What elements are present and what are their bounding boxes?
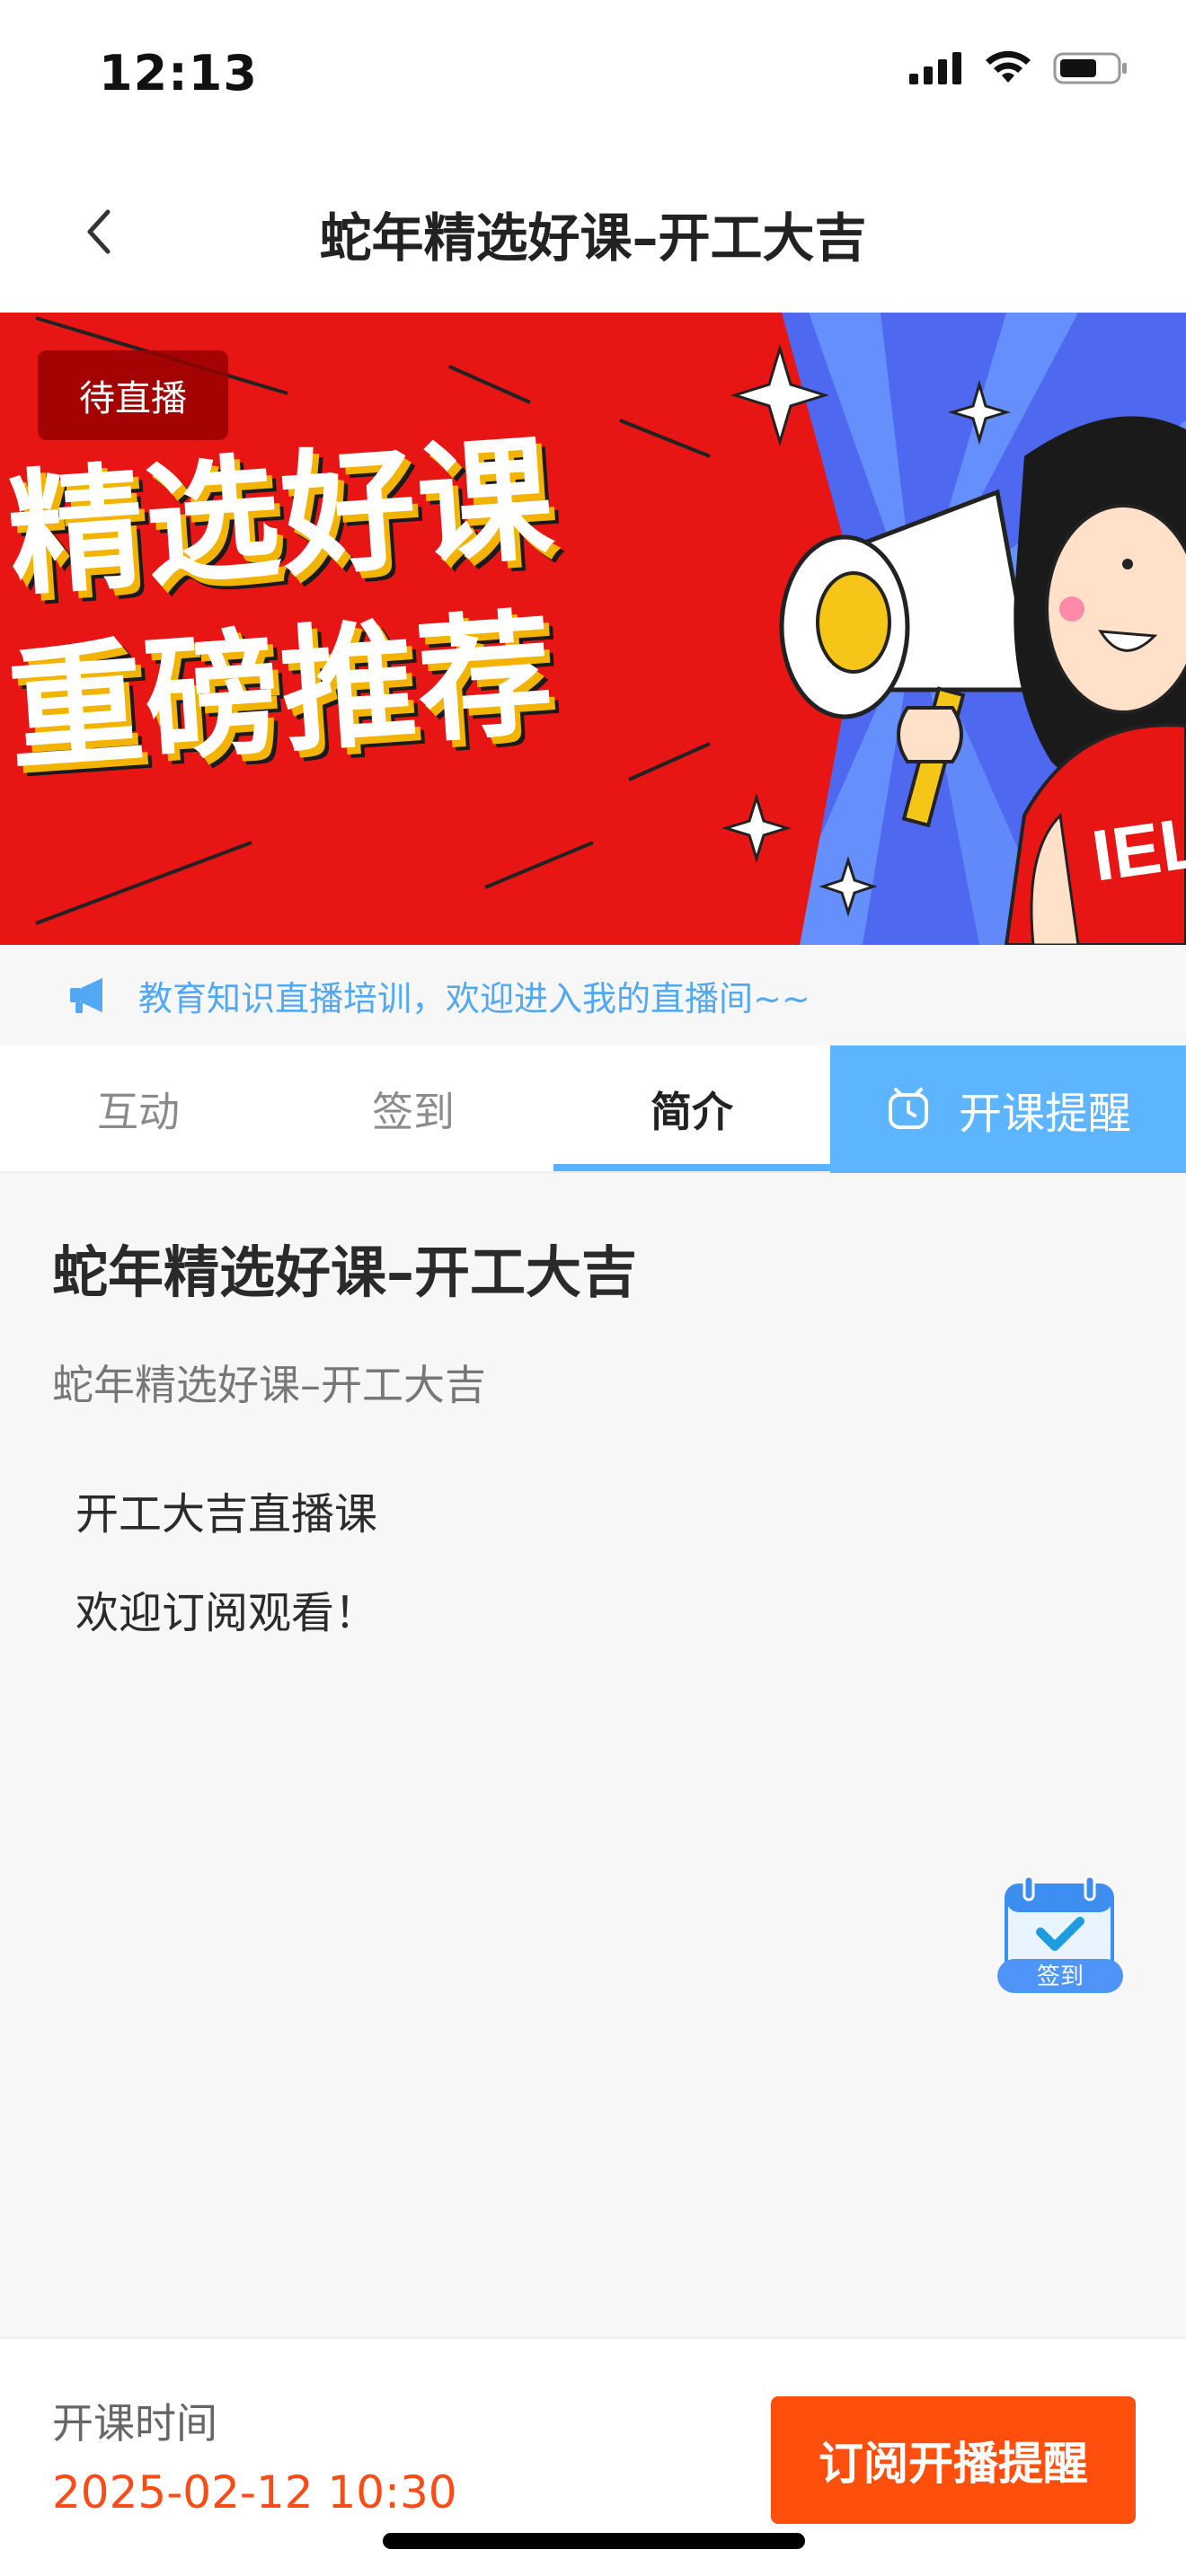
start-time-label: 开课时间	[52, 2399, 217, 2448]
wifi-icon	[986, 50, 1031, 83]
signal-icon	[909, 52, 961, 84]
floating-checkin-button[interactable]: 签到	[997, 1873, 1123, 1995]
active-tab-indicator	[553, 1164, 830, 1171]
live-status-badge: 待直播	[38, 350, 228, 440]
page-title: 蛇年精选好课–开工大吉	[319, 207, 867, 269]
banner-headline-line2: 重磅推荐	[3, 595, 560, 790]
course-banner: IEL 待直播 精选好课 重磅推荐	[0, 313, 1186, 945]
megaphone-icon	[68, 975, 110, 1016]
banner-headline-line1: 精选好课	[3, 420, 560, 615]
intro-content: 蛇年精选好课–开工大吉 蛇年精选好课–开工大吉 开工大吉直播课 欢迎订阅观看！	[0, 1173, 1186, 2337]
home-indicator[interactable]	[383, 2533, 805, 2549]
notice-text: 教育知识直播培训，欢迎进入我的直播间~~	[138, 978, 810, 1019]
status-bar: 12:13	[0, 0, 1186, 151]
alarm-clock-icon	[888, 1088, 928, 1129]
battery-icon	[1053, 52, 1127, 84]
tab-interact[interactable]: 互动	[0, 1045, 277, 1173]
floating-checkin-label: 签到	[1036, 1963, 1084, 1990]
description-line: 欢迎订阅观看！	[75, 1588, 378, 1638]
status-time: 12:13	[99, 45, 258, 101]
reminder-label: 开课提醒	[958, 1089, 1131, 1139]
nav-bar: 蛇年精选好课–开工大吉	[0, 151, 1186, 313]
description-line: 开工大吉直播课	[75, 1489, 378, 1539]
tab-intro[interactable]: 简介	[553, 1045, 830, 1173]
course-title: 蛇年精选好课–开工大吉	[52, 1239, 638, 1305]
tab-bar: 互动 签到 简介 开课提醒	[0, 1045, 1186, 1173]
course-subtitle: 蛇年精选好课–开工大吉	[52, 1361, 486, 1409]
course-reminder-button[interactable]: 开课提醒	[830, 1045, 1186, 1173]
status-icons	[909, 50, 1128, 86]
screen: 12:13 蛇年精选好课–开工大吉 IEL 待直播 精选好课 重磅推荐 教育知识…	[0, 0, 1186, 2576]
start-time-value: 2025-02-12 10:30	[52, 2466, 457, 2519]
tab-checkin[interactable]: 签到	[275, 1045, 552, 1173]
shirt-text: IEL	[1087, 801, 1186, 895]
subscribe-reminder-button[interactable]: 订阅开播提醒	[771, 2396, 1136, 2524]
notice-bar: 教育知识直播培训，欢迎进入我的直播间~~	[0, 945, 1186, 1045]
